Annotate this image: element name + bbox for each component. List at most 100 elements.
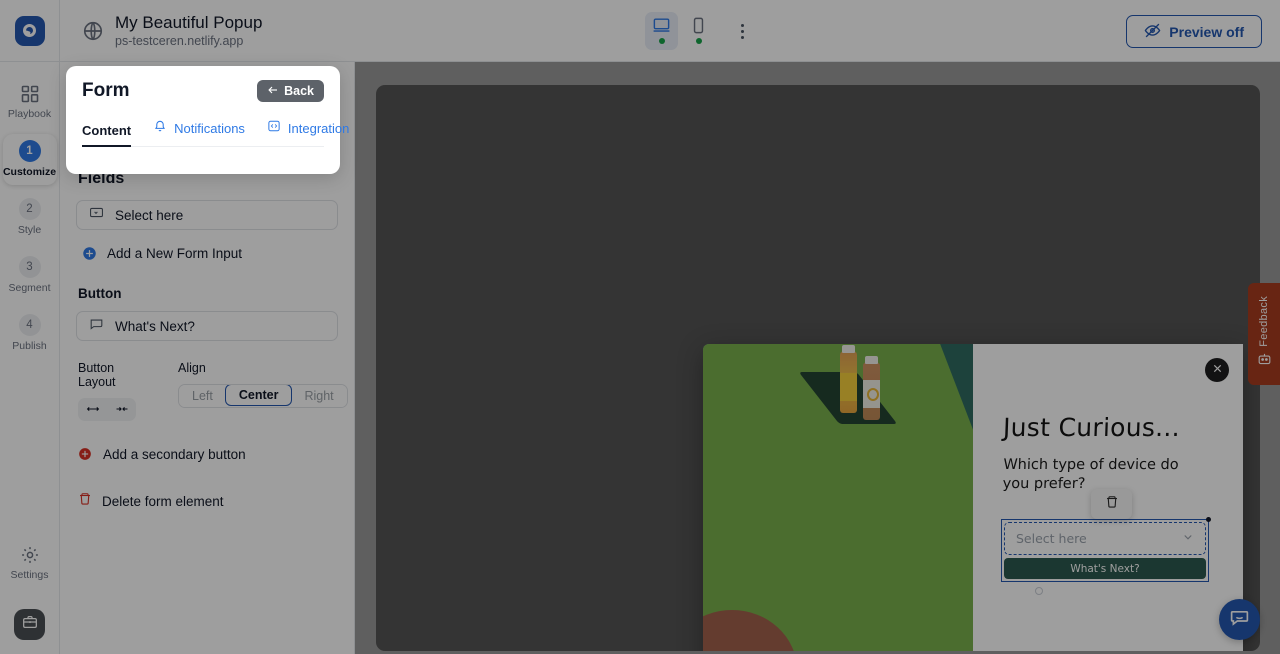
device-desktop-button[interactable] [645,12,678,50]
desktop-status-dot [659,38,665,44]
sidebar-item-customize[interactable]: 1 Customize [3,134,57,185]
grid-icon [20,84,40,104]
top-bar: My Beautiful Popup ps-testceren.netlify.… [0,0,1280,62]
add-secondary-button-label: Add a secondary button [103,447,246,462]
sidebar-item-segment[interactable]: 3 Segment [3,250,57,301]
tab-label: Content [82,123,131,138]
layout-full-width-button[interactable] [78,398,107,421]
device-mobile-button[interactable] [682,12,715,50]
globe-icon [82,20,104,42]
popup-heading: Just Curious... [1003,414,1218,442]
chat-launcher-button[interactable] [1219,599,1260,640]
feedback-tab[interactable]: Feedback [1248,283,1280,385]
sidebar-item-label: Publish [12,340,46,352]
sidebar-item-publish[interactable]: 4 Publish [3,308,57,359]
sidebar-item-playbook[interactable]: Playbook [3,78,57,127]
popup-select-input[interactable]: Select here [1004,522,1206,555]
preview-toggle-button[interactable]: Preview off [1126,15,1262,48]
app-root: My Beautiful Popup ps-testceren.netlify.… [0,0,1280,654]
desktop-icon [652,16,671,35]
delete-form-element-button[interactable]: Delete form element [76,492,338,511]
robot-icon [1257,352,1272,372]
add-secondary-button[interactable]: Add a secondary button [76,447,338,462]
sidebar-item-label: Style [18,224,41,236]
add-form-input-button[interactable]: Add a New Form Input [78,242,338,264]
form-card-tabs: Content Notifications Integration [82,119,324,147]
field-row-select-here[interactable]: Select here [76,200,338,230]
avatar[interactable] [14,609,45,640]
trash-icon [1105,495,1119,514]
tab-integration[interactable]: Integration [267,119,349,146]
popup-preview: Just Curious... Which type of device do … [703,344,1243,651]
tab-label: Notifications [174,121,245,136]
align-left-button[interactable]: Left [179,385,226,407]
mobile-icon [689,16,708,35]
button-icon [89,316,104,336]
popup-radio-marker [1035,587,1043,595]
align-right-button[interactable]: Right [291,385,346,407]
feedback-tab-label: Feedback [1258,296,1270,347]
sidebar-item-style[interactable]: 2 Style [3,192,57,243]
sidebar-item-label: Customize [3,166,56,178]
align-center-button[interactable]: Center [225,384,293,406]
button-text-field[interactable]: What's Next? [76,311,338,341]
popup-select-placeholder: Select here [1016,531,1087,546]
briefcase-icon [22,614,38,635]
mobile-status-dot [696,38,702,44]
code-brackets-icon [267,119,281,138]
two-bottles-on-green-hill-illustration [703,344,973,651]
tab-notifications[interactable]: Notifications [153,119,245,146]
back-button[interactable]: Back [257,80,324,102]
chevron-down-icon [1182,530,1194,548]
expand-horizontal-icon [86,402,100,417]
close-icon [1212,361,1223,379]
eye-off-icon [1144,22,1161,42]
gear-icon [20,545,40,565]
trash-icon [78,492,92,511]
align-group: Align Left Center Right [178,361,348,421]
sidebar-item-settings[interactable]: Settings [3,539,57,588]
step-number: 2 [19,198,41,220]
popup-delete-tooltip-button[interactable] [1091,489,1132,519]
delete-form-element-label: Delete form element [102,494,224,509]
button-text-value: What's Next? [115,319,195,334]
device-frame: Just Curious... Which type of device do … [376,85,1260,651]
chat-bubble-icon [1229,607,1250,633]
popup-media [703,344,973,651]
button-section-title: Button [78,286,338,301]
selection-handle[interactable] [1206,517,1211,522]
site-info[interactable]: My Beautiful Popup ps-testceren.netlify.… [82,13,262,49]
app-logo[interactable] [0,0,60,62]
back-button-label: Back [284,84,314,98]
layout-hug-content-button[interactable] [107,398,136,421]
preview-toggle-label: Preview off [1169,24,1244,40]
arrow-left-icon [267,84,279,99]
add-form-input-label: Add a New Form Input [107,246,242,261]
field-row-label: Select here [115,208,183,223]
popup-submit-button[interactable]: What's Next? [1004,558,1206,579]
plus-circle-icon [78,447,93,462]
select-input-icon [89,205,104,225]
device-toggle-group [645,12,755,50]
sidebar-item-label: Segment [8,282,50,294]
popup-close-button[interactable] [1205,358,1229,382]
sidebar-item-label: Playbook [8,108,51,120]
button-layout-row: Button Layout [76,361,338,421]
align-label: Align [178,361,348,375]
preview-canvas: Just Curious... Which type of device do … [355,62,1280,654]
form-card-title: Form [82,80,130,102]
step-number: 3 [19,256,41,278]
left-rail: Playbook 1 Customize 2 Style 3 Segment 4… [0,62,60,654]
tab-content[interactable]: Content [82,123,131,146]
product-logo-icon [15,16,45,46]
sidebar-item-label: Settings [11,569,49,581]
bell-icon [153,119,167,138]
popup-body: Just Curious... Which type of device do … [973,344,1243,651]
kebab-menu-icon[interactable] [729,12,755,50]
step-number: 1 [19,140,41,162]
page-title: My Beautiful Popup [115,13,262,33]
step-number: 4 [19,314,41,336]
form-settings-card: Form Back Content Notifications [66,66,340,174]
site-url: ps-testceren.netlify.app [115,34,262,49]
popup-form-selection[interactable]: Select here What's Next? [1001,519,1209,582]
